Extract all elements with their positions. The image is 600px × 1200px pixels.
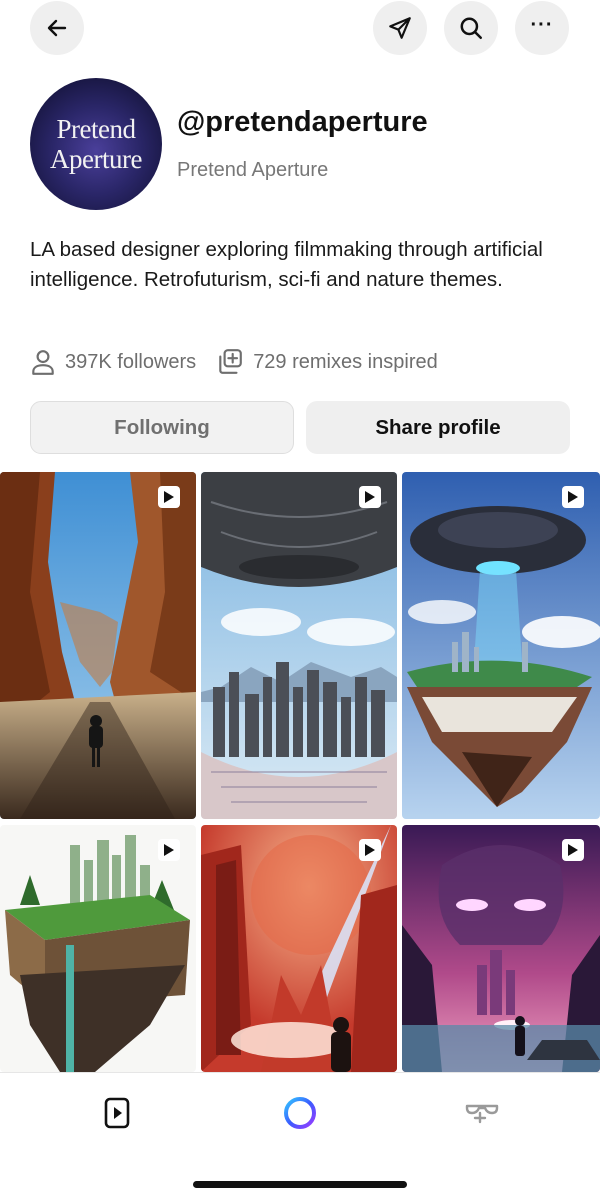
video-badge <box>562 486 584 508</box>
search-icon <box>460 17 482 39</box>
more-button[interactable]: ··· <box>515 1 569 55</box>
grid-tile-ufo-island[interactable] <box>402 472 600 819</box>
remixes-count: 729 remixes inspired <box>253 350 438 373</box>
nav-remix[interactable] <box>462 1093 502 1133</box>
profile-stats: 397K followers 729 remixes inspired <box>30 345 438 379</box>
avatar-text-line1: Pretend <box>56 114 136 144</box>
avatar[interactable]: Pretend Aperture <box>30 78 162 210</box>
play-icon <box>365 491 375 503</box>
bottom-nav <box>0 1072 600 1200</box>
nav-video-feed[interactable] <box>97 1093 137 1133</box>
play-icon <box>568 491 578 503</box>
video-badge <box>359 486 381 508</box>
avatar-text-line2: Aperture <box>50 144 142 174</box>
grid-tile-floating-city[interactable] <box>0 825 196 1072</box>
share-send-button[interactable] <box>373 1 427 55</box>
play-icon <box>164 844 174 856</box>
giant-face-thumbnail <box>402 825 600 1072</box>
play-icon <box>568 844 578 856</box>
nav-create[interactable] <box>280 1093 320 1133</box>
share-profile-button[interactable]: Share profile <box>306 401 570 454</box>
profile-handle: @pretendaperture <box>177 106 428 138</box>
play-icon <box>365 844 375 856</box>
home-indicator <box>193 1181 407 1188</box>
search-button[interactable] <box>444 1 498 55</box>
grid-tile-giant-face[interactable] <box>402 825 600 1072</box>
grid-tile-canyon-cyclist[interactable] <box>0 472 196 819</box>
grid-tile-inverted-city[interactable] <box>201 472 397 819</box>
more-icon: ··· <box>530 13 554 36</box>
remix-icon <box>465 1104 499 1124</box>
send-icon <box>389 17 411 39</box>
arrow-left-icon <box>47 19 67 37</box>
profile-display-name: Pretend Aperture <box>177 159 329 181</box>
play-icon <box>164 491 174 503</box>
followers-count: 397K followers <box>65 350 197 373</box>
media-grid <box>0 472 600 1072</box>
floating-city-thumbnail <box>0 825 196 1072</box>
grid-tile-red-canyon[interactable] <box>201 825 397 1072</box>
inverted-city-thumbnail <box>201 472 397 819</box>
person-icon <box>32 350 54 375</box>
video-badge <box>158 486 180 508</box>
video-badge <box>158 839 180 861</box>
create-ring-icon <box>284 1097 316 1129</box>
video-badge <box>359 839 381 861</box>
top-bar: ··· <box>0 0 600 56</box>
canyon-cyclist-thumbnail <box>0 472 196 819</box>
back-button[interactable] <box>30 1 84 55</box>
red-canyon-thumbnail <box>201 825 397 1072</box>
following-button[interactable]: Following <box>30 401 294 454</box>
profile-bio: LA based designer exploring filmmaking t… <box>30 238 543 291</box>
followers-stat[interactable]: 397K followers <box>30 348 196 376</box>
remixes-stat[interactable]: 729 remixes inspired <box>216 348 438 376</box>
video-badge <box>562 839 584 861</box>
remix-stack-icon <box>219 349 243 374</box>
video-feed-icon <box>104 1097 130 1129</box>
ufo-island-thumbnail <box>402 472 600 819</box>
